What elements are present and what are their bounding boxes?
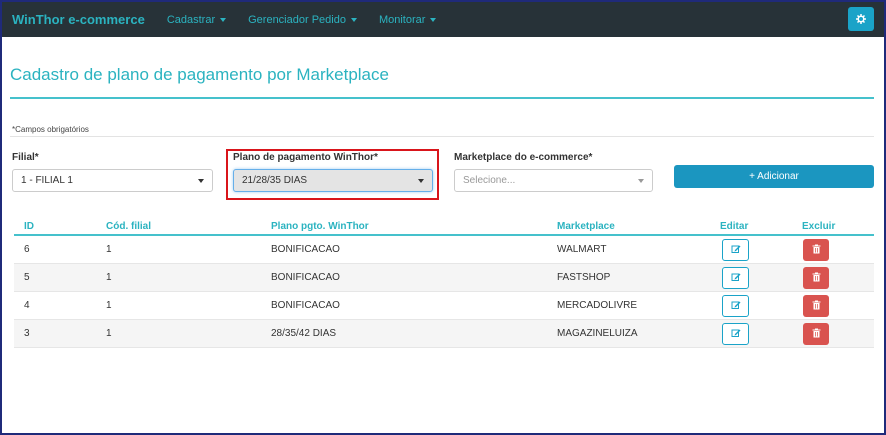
cell-id: 6 [24, 244, 30, 255]
add-button[interactable]: + Adicionar [674, 165, 874, 188]
table-row: 3 1 28/35/42 DIAS MAGAZINELUIZA [14, 320, 874, 348]
title-divider [10, 97, 874, 99]
edit-icon [731, 271, 741, 285]
brand-logo[interactable]: WinThor e-commerce [12, 12, 145, 27]
table-row: 5 1 BONIFICACAO FASTSHOP [14, 264, 874, 292]
delete-button[interactable] [803, 267, 829, 289]
settings-button[interactable] [848, 7, 874, 31]
col-plano: Plano pgto. WinThor [271, 221, 369, 232]
top-navbar: WinThor e-commerce Cadastrar Gerenciador… [2, 2, 884, 37]
marketplace-label: Marketplace do e-commerce* [454, 152, 593, 163]
cell-filial: 1 [106, 328, 112, 339]
edit-button[interactable] [722, 323, 749, 345]
plano-label: Plano de pagamento WinThor* [233, 152, 378, 163]
edit-icon [731, 299, 741, 313]
nav-monitorar[interactable]: Monitorar [378, 13, 437, 26]
trash-icon [812, 299, 821, 313]
filial-select-value: 1 - FILIAL 1 [21, 175, 73, 186]
nav-monitorar-label: Monitorar [378, 13, 426, 26]
cell-filial: 1 [106, 272, 112, 283]
delete-button[interactable] [803, 239, 829, 261]
cell-plano: BONIFICACAO [271, 300, 340, 311]
gear-icon [856, 14, 866, 24]
page-title: Cadastro de plano de pagamento por Marke… [10, 65, 389, 84]
plano-select[interactable]: 21/28/35 DIAS [233, 169, 433, 192]
trash-icon [812, 327, 821, 341]
required-fields-note: *Campos obrigatórios [12, 125, 89, 134]
table-row: 4 1 BONIFICACAO MERCADOLIVRE [14, 292, 874, 320]
edit-button[interactable] [722, 295, 749, 317]
plano-select-value: 21/28/35 DIAS [242, 175, 308, 186]
chevron-down-icon [350, 17, 357, 22]
trash-icon [812, 243, 821, 257]
cell-filial: 1 [106, 244, 112, 255]
cell-plano: BONIFICACAO [271, 272, 340, 283]
cell-marketplace: FASTSHOP [557, 272, 611, 283]
col-excluir: Excluir [802, 221, 836, 232]
chevron-down-icon [198, 179, 204, 183]
table-row: 6 1 BONIFICACAO WALMART [14, 236, 874, 264]
nav-gerenciador-label: Gerenciador Pedido [248, 13, 346, 26]
table-body: 6 1 BONIFICACAO WALMART 5 1 BONIFICACAO FASTSHO… [14, 236, 874, 348]
marketplace-select-placeholder: Selecione... [463, 175, 516, 186]
col-marketplace: Marketplace [557, 221, 615, 232]
edit-button[interactable] [722, 239, 749, 261]
cell-id: 4 [24, 300, 30, 311]
filial-select[interactable]: 1 - FILIAL 1 [12, 169, 213, 192]
cell-marketplace: MERCADOLIVRE [557, 300, 638, 311]
chevron-down-icon [220, 17, 227, 22]
nav-gerenciador-pedido[interactable]: Gerenciador Pedido [248, 14, 357, 26]
nav-cadastrar-label: Cadastrar [166, 13, 216, 26]
edit-icon [731, 243, 741, 257]
cell-plano: 28/35/42 DIAS [271, 328, 337, 339]
trash-icon [812, 271, 821, 285]
cell-id: 5 [24, 272, 30, 283]
plans-table: ID Cód. filial Plano pgto. WinThor Marke… [14, 218, 874, 348]
form-divider [10, 136, 874, 137]
delete-button[interactable] [803, 323, 829, 345]
cell-marketplace: MAGAZINELUIZA [557, 328, 638, 339]
chevron-down-icon [430, 17, 437, 22]
edit-button[interactable] [722, 267, 749, 289]
cell-marketplace: WALMART [557, 244, 607, 255]
delete-button[interactable] [803, 295, 829, 317]
table-header: ID Cód. filial Plano pgto. WinThor Marke… [14, 218, 874, 236]
cell-id: 3 [24, 328, 30, 339]
marketplace-select[interactable]: Selecione... [454, 169, 653, 192]
chevron-down-icon [418, 179, 424, 183]
nav-cadastrar[interactable]: Cadastrar [166, 13, 227, 26]
col-cod-filial: Cód. filial [106, 221, 151, 232]
chevron-down-icon [638, 179, 644, 183]
cell-filial: 1 [106, 300, 112, 311]
app-window: WinThor e-commerce Cadastrar Gerenciador… [0, 0, 886, 435]
edit-icon [731, 327, 741, 341]
col-editar: Editar [720, 221, 749, 232]
col-id: ID [24, 221, 34, 232]
cell-plano: BONIFICACAO [271, 244, 340, 255]
filial-label: Filial* [12, 152, 39, 163]
